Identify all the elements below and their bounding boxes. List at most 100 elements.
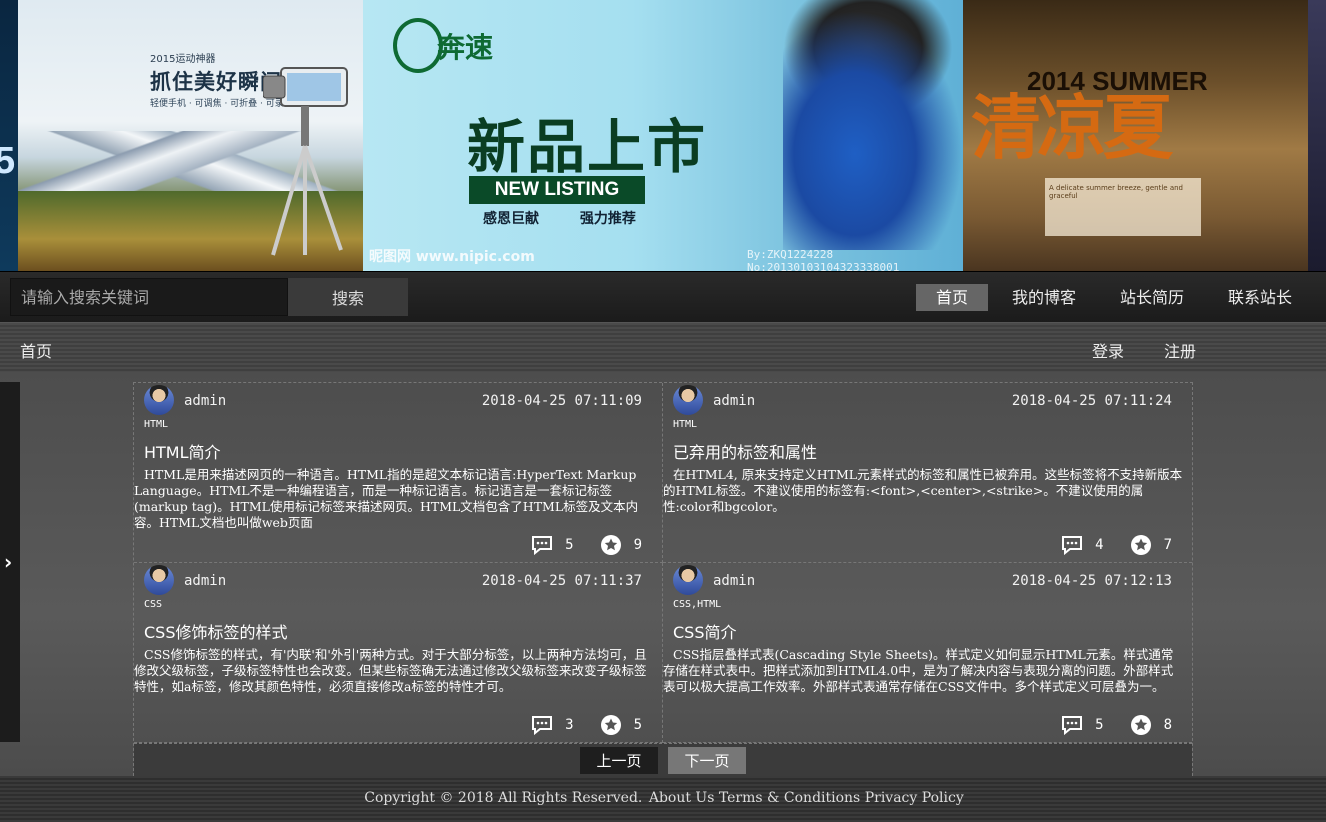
shoe-slide-listing: NEW LISTING (469, 176, 645, 204)
main-content: › admin 2018-04-25 07:11:09 HTML HTML简介 … (0, 372, 1326, 776)
shoe-slide-tagline: 感恩巨献 强力推荐 (483, 208, 672, 228)
post-author[interactable]: admin (184, 573, 226, 589)
comment-icon (1062, 716, 1083, 736)
comment-icon (532, 716, 553, 736)
post-excerpt: HTML是用来描述网页的一种语言。HTML指的是超文本标记语言:HyperTex… (134, 467, 639, 530)
banner-edge-text: 5 (0, 140, 16, 182)
post-date: 2018-04-25 07:11:24 (1011, 393, 1172, 409)
banner-slide-camera[interactable]: 2015运动神器 抓住美好瞬间 轻便手机 · 可调焦 · 可折叠 · 可录像 (18, 0, 363, 271)
footer-text: Copyright © 2018 All Rights Reserved. Ab… (0, 790, 1326, 806)
nav-link-home[interactable]: 首页 (915, 284, 988, 311)
post-title[interactable]: CSS简介 (673, 619, 737, 643)
post-author[interactable]: admin (713, 393, 755, 409)
comment-count: 5 (565, 537, 574, 553)
banner-slide-edge-left: 5 (0, 0, 18, 271)
post-excerpt: 在HTML4, 原来支持定义HTML元素样式的标签和属性已被弃用。这些标签将不支… (663, 467, 1183, 514)
avatar[interactable] (144, 385, 174, 415)
pagination: 上一页 下一页 (134, 743, 1192, 776)
comment-stat[interactable]: 3 (531, 714, 574, 736)
post-card[interactable]: admin 2018-04-25 07:12:13 CSS,HTML CSS简介… (663, 563, 1192, 743)
post-title[interactable]: CSS修饰标签的样式 (144, 619, 288, 643)
star-icon (1130, 715, 1151, 735)
post-tag[interactable]: HTML (673, 419, 697, 430)
post-date: 2018-04-25 07:12:13 (1011, 573, 1172, 589)
post-stats: 4 7 (1035, 534, 1172, 556)
terms-link[interactable]: Terms & Conditions (719, 790, 860, 806)
comment-count: 4 (1095, 537, 1104, 553)
avatar[interactable] (144, 565, 174, 595)
comment-stat[interactable]: 5 (531, 534, 574, 556)
favorite-count: 9 (633, 537, 642, 553)
post-excerpt: CSS修饰标签的样式，有'内联'和'外引'两种方式。对于大部分标签，以上两种方法… (134, 647, 647, 694)
avatar[interactable] (673, 565, 703, 595)
shoe-tagline-left: 感恩巨献 (483, 211, 539, 227)
post-stats: 5 9 (505, 534, 642, 556)
side-drawer-toggle[interactable]: › (0, 382, 20, 742)
favorite-count: 5 (633, 717, 642, 733)
comment-stat[interactable]: 4 (1061, 534, 1104, 556)
search-button[interactable]: 搜索 (288, 278, 408, 316)
favorite-stat[interactable]: 9 (600, 534, 642, 556)
top-navigation-bar: 搜索 首页 我的博客 站长简历 联系站长 (0, 271, 1326, 322)
comment-count: 5 (1095, 717, 1104, 733)
favorite-count: 8 (1163, 717, 1172, 733)
comment-icon (532, 536, 553, 556)
register-link[interactable]: 注册 (1164, 338, 1196, 362)
post-date: 2018-04-25 07:11:37 (481, 573, 642, 589)
summer-slide-heading: 2014 SUMMER (1027, 66, 1208, 96)
favorite-stat[interactable]: 7 (1130, 534, 1172, 556)
banner-slide-edge-right (1308, 0, 1326, 271)
favorite-stat[interactable]: 5 (600, 714, 642, 736)
post-tag[interactable]: CSS (144, 599, 162, 610)
prev-page-button[interactable]: 上一页 (580, 747, 658, 774)
chevron-right-icon: › (4, 550, 13, 574)
post-author[interactable]: admin (184, 393, 226, 409)
sub-navigation-bar: 首页 登录 注册 (0, 322, 1326, 372)
avatar[interactable] (673, 385, 703, 415)
favorite-count: 7 (1163, 537, 1172, 553)
star-icon (600, 535, 621, 555)
star-icon (1130, 535, 1151, 555)
post-excerpt: CSS指层叠样式表(Cascading Style Sheets)。样式定义如何… (663, 647, 1174, 694)
login-link[interactable]: 登录 (1092, 338, 1124, 362)
main-nav-links: 首页 我的博客 站长简历 联系站长 (912, 284, 1312, 311)
banner-slide-shoes[interactable]: 奔速 新品上市 NEW LISTING 感恩巨献 强力推荐 昵图网 www.ni… (363, 0, 963, 271)
post-tag[interactable]: CSS,HTML (673, 599, 721, 610)
post-author[interactable]: admin (713, 573, 755, 589)
shoe-watermark: 昵图网 www.nipic.com (369, 249, 535, 265)
shoe-image-blue (783, 10, 963, 250)
about-link[interactable]: About Us (649, 790, 715, 806)
nav-link-resume[interactable]: 站长简历 (1100, 284, 1204, 311)
shoe-tagline-right: 强力推荐 (579, 211, 636, 227)
post-tag[interactable]: HTML (144, 419, 168, 430)
shoe-image-id: By:ZKQ1224228 No:20130103104323338001 (747, 248, 900, 271)
footer: Copyright © 2018 All Rights Reserved. Ab… (0, 776, 1326, 822)
camera-tripod-image (263, 67, 348, 256)
post-title[interactable]: 已弃用的标签和属性 (673, 439, 817, 463)
star-icon (600, 715, 621, 735)
camera-slide-subtitle: 2015运动神器 (150, 54, 216, 65)
shoe-slide-title: 新品上市 (467, 113, 708, 181)
post-card[interactable]: admin 2018-04-25 07:11:24 HTML 已弃用的标签和属性… (663, 383, 1192, 563)
breadcrumb-home[interactable]: 首页 (20, 338, 52, 362)
post-stats: 5 8 (1035, 714, 1172, 736)
post-stats: 3 5 (505, 714, 642, 736)
nav-link-my-blog[interactable]: 我的博客 (992, 284, 1096, 311)
nav-link-contact[interactable]: 联系站长 (1208, 284, 1312, 311)
banner-slide-summer[interactable]: 清凉夏 2014 SUMMER A delicate summer breeze… (963, 0, 1308, 271)
brand-logo-icon (393, 18, 443, 73)
post-title[interactable]: HTML简介 (144, 439, 221, 463)
post-grid: admin 2018-04-25 07:11:09 HTML HTML简介 HT… (133, 382, 1193, 776)
comment-count: 3 (565, 717, 574, 733)
favorite-stat[interactable]: 8 (1130, 714, 1172, 736)
search-input[interactable] (10, 278, 288, 316)
summer-box-text: A delicate summer breeze, gentle and gra… (1049, 184, 1183, 200)
comment-stat[interactable]: 5 (1061, 714, 1104, 736)
post-card[interactable]: admin 2018-04-25 07:11:37 CSS CSS修饰标签的样式… (134, 563, 663, 743)
privacy-link[interactable]: Privacy Policy (865, 790, 964, 806)
next-page-button[interactable]: 下一页 (668, 747, 746, 774)
banner-carousel[interactable]: 5 2015运动神器 抓住美好瞬间 轻便手机 · 可调焦 · 可折叠 · 可录像… (0, 0, 1326, 271)
post-card[interactable]: admin 2018-04-25 07:11:09 HTML HTML简介 HT… (134, 383, 663, 563)
copyright-text: Copyright © 2018 All Rights Reserved. (364, 790, 643, 806)
post-date: 2018-04-25 07:11:09 (481, 393, 642, 409)
